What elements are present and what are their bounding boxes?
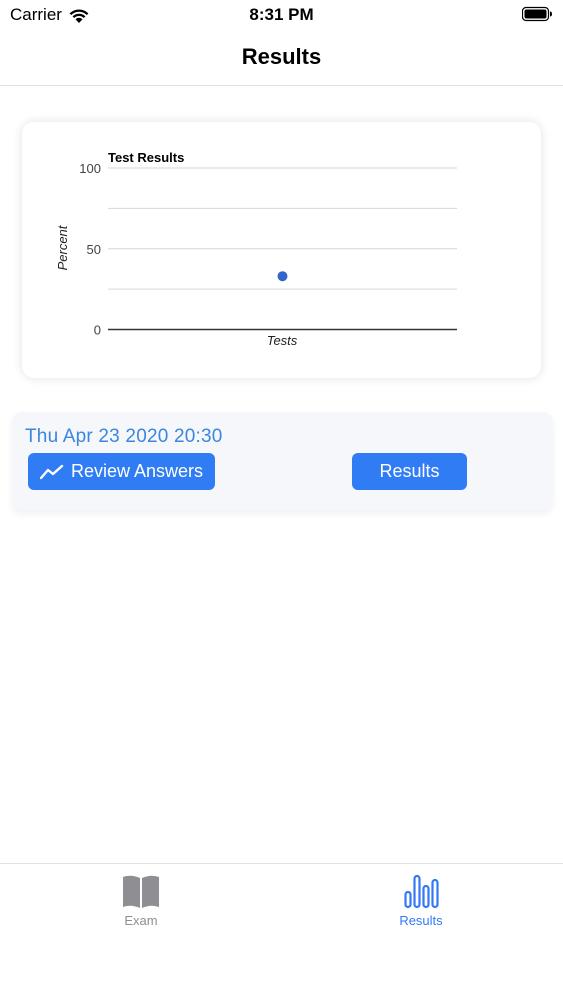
- chart-card: Test Results 0 50 100 Percent Tests: [22, 122, 541, 378]
- review-answers-label: Review Answers: [70, 461, 204, 481]
- nav-bar: Results: [0, 30, 563, 86]
- clock: 8:31 PM: [249, 5, 314, 24]
- chart-x-axis-label: Tests: [267, 333, 298, 348]
- tab-exam-label: Exam: [124, 913, 158, 928]
- tab-results-label: Results: [399, 913, 443, 928]
- results-button[interactable]: Results: [352, 453, 467, 490]
- results-chart: Test Results 0 50 100 Percent Tests: [55, 150, 457, 348]
- tab-bar: Exam Results: [0, 863, 563, 1000]
- chart-gridlines: [108, 167, 457, 290]
- chart-data-point: [277, 271, 288, 282]
- battery-icon: [522, 6, 552, 22]
- status-bar: Carrier 8:31 PM: [0, 0, 563, 30]
- bar-chart-icon: [404, 874, 439, 909]
- result-date: Thu Apr 23 2020 20:30: [25, 426, 223, 447]
- chart-y-tick-label: 50: [87, 242, 101, 257]
- results-button-label: Results: [379, 461, 440, 481]
- page-title: Results: [241, 44, 322, 69]
- tab-exam[interactable]: Exam: [51, 864, 231, 944]
- chart-y-ticks: 0 50 100: [79, 161, 101, 338]
- trend-line-icon: [39, 464, 64, 479]
- result-entry: Thu Apr 23 2020 20:30 Review Answers Res…: [12, 412, 553, 510]
- chart-y-axis-label: Percent: [55, 224, 70, 270]
- tab-results[interactable]: Results: [331, 864, 511, 944]
- chart-points: [277, 271, 288, 282]
- book-icon: [123, 875, 159, 908]
- review-answers-button[interactable]: Review Answers: [28, 453, 215, 490]
- chart-title: Test Results: [108, 150, 184, 165]
- chart-y-tick-label: 0: [94, 323, 101, 338]
- chart-y-tick-label: 100: [79, 161, 101, 176]
